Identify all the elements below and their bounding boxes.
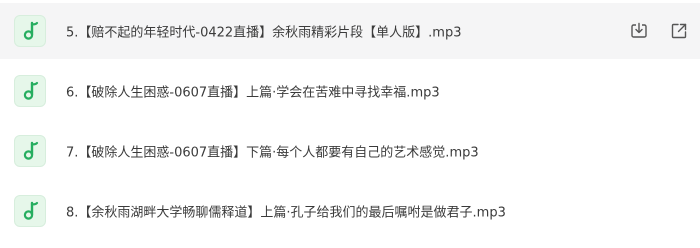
- file-name[interactable]: 8.【余秋雨湖畔大学畅聊儒释道】上篇·孔子给我们的最后嘱咐是做君子.mp3: [66, 202, 506, 221]
- file-row[interactable]: 8.【余秋雨湖畔大学畅聊儒释道】上篇·孔子给我们的最后嘱咐是做君子.mp3: [0, 183, 700, 239]
- file-list: 5.【赔不起的年轻时代-0422直播】余秋雨精彩片段【单人版】.mp3 6.【破…: [0, 0, 700, 248]
- file-row[interactable]: 5.【赔不起的年轻时代-0422直播】余秋雨精彩片段【单人版】.mp3: [0, 3, 700, 59]
- file-row[interactable]: 6.【破除人生困惑-0607直播】上篇·学会在苦难中寻找幸福.mp3: [0, 63, 700, 119]
- file-name[interactable]: 5.【赔不起的年轻时代-0422直播】余秋雨精彩片段【单人版】.mp3: [66, 22, 462, 41]
- file-name[interactable]: 7.【破除人生困惑-0607直播】下篇·每个人都要有自己的艺术感觉.mp3: [66, 142, 479, 161]
- open-external-icon[interactable]: [668, 20, 690, 42]
- file-row[interactable]: 7.【破除人生困惑-0607直播】下篇·每个人都要有自己的艺术感觉.mp3: [0, 123, 700, 179]
- download-icon[interactable]: [628, 20, 650, 42]
- music-note-icon: [14, 15, 46, 47]
- music-note-icon: [14, 75, 46, 107]
- file-name[interactable]: 6.【破除人生困惑-0607直播】上篇·学会在苦难中寻找幸福.mp3: [66, 82, 440, 101]
- row-actions: [628, 20, 690, 42]
- music-note-icon: [14, 195, 46, 227]
- music-note-icon: [14, 135, 46, 167]
